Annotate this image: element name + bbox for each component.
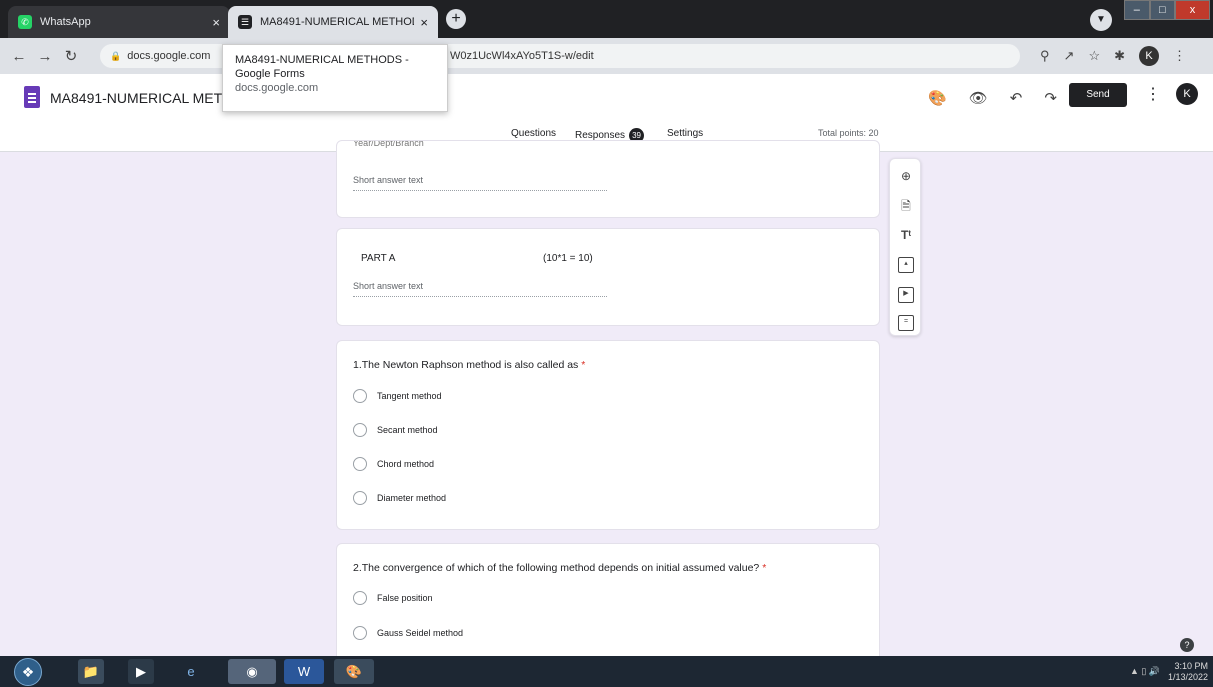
start-button-icon[interactable]: ❖ [14, 658, 42, 686]
new-tab-button[interactable]: + [446, 9, 466, 29]
question-card-year-dept[interactable]: Year/Dept/Branch Short answer text [336, 140, 880, 218]
question-text: 1.The Newton Raphson method is also call… [353, 359, 579, 371]
header-actions: 🎨 👁 ↶ ↷ [928, 86, 1057, 110]
account-avatar[interactable]: K [1176, 83, 1198, 105]
option-diameter[interactable]: Diameter method [353, 491, 446, 505]
option-gauss-seidel[interactable]: Gauss Seidel method [353, 626, 463, 640]
required-asterisk: * [581, 359, 586, 371]
option-label: Chord method [377, 459, 435, 469]
share-icon[interactable]: ↗ [1064, 48, 1075, 64]
question-title: 1.The Newton Raphson method is also call… [353, 359, 585, 371]
option-tangent[interactable]: Tangent method [353, 389, 442, 403]
more-options-icon[interactable]: ⋮ [1145, 84, 1161, 104]
question-card-1[interactable]: 1.The Newton Raphson method is also call… [336, 340, 880, 530]
tab-search-button[interactable]: ▼ [1090, 9, 1112, 31]
radio-button[interactable] [353, 389, 367, 403]
hover-card-title: MA8491-NUMERICAL METHODS - Google Forms [235, 54, 409, 80]
internet-explorer-icon[interactable]: e [178, 659, 204, 684]
option-label: Gauss Seidel method [377, 628, 464, 638]
option-label: Diameter method [377, 493, 447, 503]
forms-icon: ☰ [238, 15, 252, 29]
browser-tab-strip: ✆ WhatsApp × ☰ MA8491-NUMERICAL METHODS … [0, 0, 1213, 38]
profile-avatar[interactable]: K [1139, 46, 1159, 66]
option-label: Secant method [377, 425, 438, 435]
maximize-button[interactable]: □ [1149, 0, 1176, 20]
tab-hover-card: MA8491-NUMERICAL METHODS - Google Forms … [222, 44, 448, 112]
chrome-taskbar-icon[interactable]: ◉ [228, 659, 276, 684]
back-icon[interactable]: ← [6, 48, 32, 65]
radio-button[interactable] [353, 491, 367, 505]
form-document-title[interactable]: MA8491-NUMERICAL METH [50, 90, 232, 106]
toolbar-actions: ⚲ ↗ ☆ ✱ K ⋮ [1040, 44, 1186, 68]
import-questions-icon[interactable]: 🗎 [898, 198, 914, 214]
clock-time: 3:10 PM [1174, 661, 1208, 671]
help-icon[interactable]: ? [1180, 638, 1194, 652]
option-secant[interactable]: Secant method [353, 423, 438, 437]
zoom-icon[interactable]: ⚲ [1040, 48, 1050, 64]
option-false-position[interactable]: False position [353, 591, 433, 605]
lock-icon: 🔒 [110, 50, 122, 61]
total-points: Total points: 20 [818, 128, 879, 138]
address-host: docs.google.com [127, 50, 211, 62]
section-title: PART A [361, 253, 396, 264]
add-section-icon[interactable]: = [898, 315, 914, 331]
option-chord[interactable]: Chord method [353, 457, 434, 471]
section-marks: (10*1 = 10) [543, 253, 593, 264]
radio-button[interactable] [353, 457, 367, 471]
windows-taskbar: ❖ 📁 ▶ e ◉ W 🎨 ▲ ▯ 🔊 3:10 PM 1/13/2022 [0, 656, 1213, 687]
reload-icon[interactable]: ↻ [58, 47, 84, 65]
system-tray-icons[interactable]: ▲ ▯ 🔊 [1130, 666, 1160, 677]
undo-icon[interactable]: ↶ [1010, 89, 1023, 107]
add-image-icon[interactable]: ▴ [898, 257, 914, 273]
palette-icon[interactable]: 🎨 [928, 89, 947, 107]
question-card-part-a[interactable]: PART A (10*1 = 10) Short answer text [336, 228, 880, 326]
question-title-partial: Year/Dept/Branch [353, 141, 424, 148]
redo-icon[interactable]: ↷ [1044, 89, 1057, 107]
address-path: W0z1UcWl4xAYo5T1S-w/edit [450, 50, 594, 62]
forms-logo-icon[interactable] [24, 86, 40, 108]
minimize-button[interactable]: – [1124, 0, 1150, 20]
question-card-2[interactable]: 2.The convergence of which of the follow… [336, 543, 880, 673]
tab-title: MA8491-NUMERICAL METHODS [260, 16, 415, 28]
close-tab-icon[interactable]: × [420, 15, 428, 30]
taskbar-clock[interactable]: 3:10 PM 1/13/2022 [1168, 661, 1208, 683]
radio-button[interactable] [353, 626, 367, 640]
question-title: 2.The convergence of which of the follow… [353, 562, 766, 574]
hover-card-host: docs.google.com [235, 82, 319, 94]
bookmark-star-icon[interactable]: ☆ [1088, 48, 1100, 64]
option-label: Tangent method [377, 391, 442, 401]
whatsapp-icon: ✆ [18, 15, 32, 29]
paint-icon[interactable]: 🎨 [334, 659, 374, 684]
floating-toolbar: ⊕ 🗎 Tᵗ ▴ ▶ = [889, 158, 921, 336]
add-title-icon[interactable]: Tᵗ [898, 227, 914, 243]
menu-icon[interactable]: ⋮ [1173, 48, 1186, 64]
short-answer-field[interactable]: Short answer text [353, 281, 607, 297]
required-asterisk: * [762, 562, 767, 574]
window-close-button[interactable]: x [1175, 0, 1210, 20]
send-button[interactable]: Send [1069, 83, 1127, 107]
window-controls: – □ x [1124, 0, 1210, 20]
radio-button[interactable] [353, 591, 367, 605]
file-explorer-icon[interactable]: 📁 [78, 659, 104, 684]
option-label: False position [377, 593, 433, 603]
add-video-icon[interactable]: ▶ [898, 287, 914, 303]
tab-title: WhatsApp [40, 16, 91, 28]
forward-icon[interactable]: → [32, 48, 58, 65]
extensions-icon[interactable]: ✱ [1114, 48, 1125, 64]
word-icon[interactable]: W [284, 659, 324, 684]
add-question-icon[interactable]: ⊕ [898, 168, 914, 184]
close-tab-icon[interactable]: × [212, 15, 220, 30]
media-player-icon[interactable]: ▶ [128, 659, 154, 684]
question-text: 2.The convergence of which of the follow… [353, 562, 760, 574]
tab-forms[interactable]: ☰ MA8491-NUMERICAL METHODS × [228, 6, 438, 38]
preview-eye-icon[interactable]: 👁 [969, 89, 988, 107]
radio-button[interactable] [353, 423, 367, 437]
screen: ✆ WhatsApp × ☰ MA8491-NUMERICAL METHODS … [0, 0, 1213, 687]
tab-whatsapp[interactable]: ✆ WhatsApp × [8, 6, 230, 38]
clock-date: 1/13/2022 [1168, 672, 1209, 682]
short-answer-field[interactable]: Short answer text [353, 175, 607, 191]
